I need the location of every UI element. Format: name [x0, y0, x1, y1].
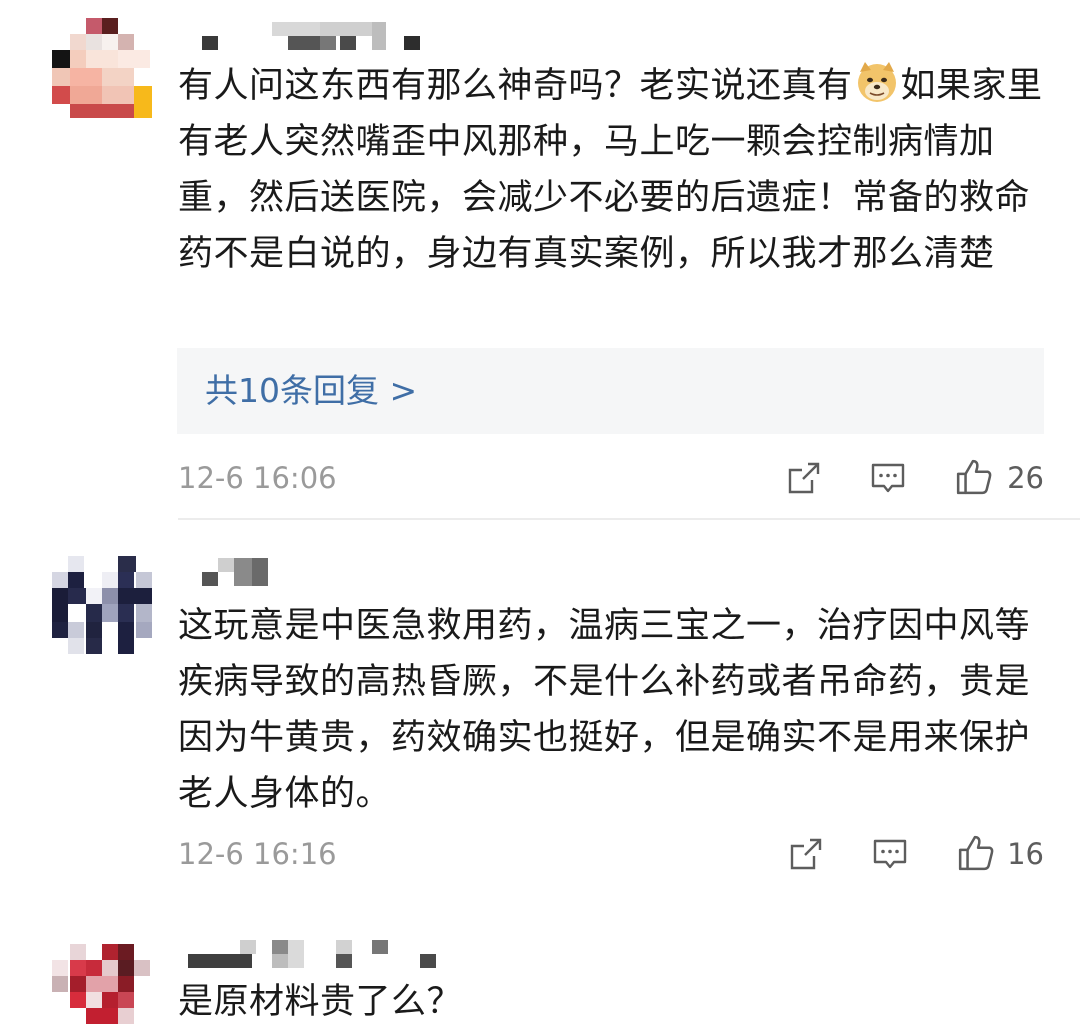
like-count: 16	[1007, 837, 1044, 871]
share-icon[interactable]	[786, 460, 822, 496]
comment-text: 有人问这东西有那么神奇吗？老实说还真有 如果家里有老人突然嘴歪中风那种，马上吃一…	[178, 58, 1058, 282]
comment-text-part: 有人问这东西有那么神奇吗？老实说还真有	[178, 66, 853, 106]
avatar[interactable]	[52, 556, 152, 656]
comment-icon[interactable]	[872, 836, 908, 872]
comment-item: 这玩意是中医急救用药，温病三宝之一，治疗因中风等疾病导致的高热昏厥，不是什么补药…	[0, 520, 1080, 920]
thumbs-up-icon[interactable]	[956, 834, 996, 872]
comment-meta: 12-6 16:16 16	[178, 834, 1044, 874]
avatar[interactable]	[52, 18, 152, 118]
comment-icon[interactable]	[870, 460, 906, 496]
replies-panel[interactable]: 共10条回复 >	[177, 348, 1044, 434]
thumbs-up-icon[interactable]	[954, 458, 994, 496]
comment-item: 有人问这东西有那么神奇吗？老实说还真有 如果家里有老人突然嘴歪中风那种，马上吃一…	[0, 0, 1080, 520]
comment-text: 是原材料贵了么？	[178, 982, 463, 1022]
doge-emoji	[857, 62, 896, 102]
view-replies-link[interactable]: 共10条回复 >	[205, 368, 417, 414]
comment-text: 这玩意是中医急救用药，温病三宝之一，治疗因中风等疾病导致的高热昏厥，不是什么补药…	[178, 606, 1031, 814]
share-icon[interactable]	[788, 836, 824, 872]
comment-feed: 有人问这东西有那么神奇吗？老实说还真有 如果家里有老人突然嘴歪中风那种，马上吃一…	[0, 0, 1080, 1035]
avatar[interactable]	[52, 944, 152, 1035]
comment-meta: 12-6 16:06 26	[178, 458, 1044, 498]
timestamp: 12-6 16:06	[178, 461, 337, 495]
comment-item: 是原材料贵了么？	[0, 930, 1080, 1035]
like-count: 26	[1007, 461, 1044, 495]
timestamp: 12-6 16:16	[178, 837, 337, 871]
